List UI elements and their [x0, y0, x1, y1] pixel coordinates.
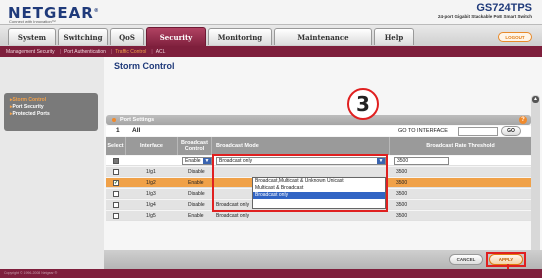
row-interface: 1/g4	[146, 202, 156, 208]
edit-threshold-input[interactable]: 3500	[394, 157, 449, 165]
tab-qos[interactable]: QoS	[110, 28, 144, 45]
subnav-traffic-control[interactable]: Traffic Control	[115, 49, 146, 55]
edit-row-select	[113, 156, 119, 166]
row-control: Enable	[188, 213, 204, 219]
port-settings-header: Port Settings ?	[106, 115, 531, 125]
model-name: GS724TPS	[476, 2, 532, 14]
sidebar-item-storm-control[interactable]: Storm Control	[10, 97, 92, 104]
row-interface: 1/g1	[146, 169, 156, 175]
row-interface: 1/g2	[146, 180, 156, 186]
sidebar-menu: Storm Control Port Security Protected Po…	[4, 93, 98, 131]
tab-monitoring[interactable]: Monitoring	[208, 28, 272, 45]
tab-switching[interactable]: Switching	[58, 28, 108, 45]
subnav-separator: |	[151, 48, 153, 55]
row-interface: 1/g3	[146, 191, 156, 197]
header-interface: Interface	[126, 137, 178, 155]
help-icon[interactable]: ?	[519, 116, 527, 124]
subnav-management-security[interactable]: Management Security	[6, 49, 55, 55]
subnav-port-authentication[interactable]: Port Authentication	[64, 49, 106, 55]
row-control: Enable	[188, 180, 204, 186]
row-control: Disable	[188, 169, 205, 175]
table-header: Select Interface Broadcast Control Broad…	[106, 137, 531, 155]
row-checkbox[interactable]	[113, 191, 119, 197]
main-tabs: System Switching QoS Security Monitoring…	[0, 24, 542, 47]
section-title: Port Settings	[111, 117, 155, 123]
header-broadcast-mode: Broadcast Mode	[212, 137, 390, 155]
goto-interface-input[interactable]	[458, 127, 498, 136]
subnav-separator: |	[110, 48, 113, 55]
annotation-apply-highlight	[486, 252, 526, 267]
row-checkbox[interactable]	[113, 202, 119, 208]
row-checkbox[interactable]: ✓	[113, 180, 119, 186]
vertical-scrollbar[interactable]: ▲ ▼	[531, 95, 540, 265]
subnav-acl[interactable]: ACL	[156, 49, 166, 55]
logout-button[interactable]: LOGOUT	[498, 32, 532, 42]
sidebar-item-protected-ports[interactable]: Protected Ports	[10, 111, 92, 118]
select-all-checkbox[interactable]	[113, 158, 119, 164]
action-bar: CANCEL APPLY	[104, 250, 542, 269]
model-description: 24-port Gigabit Stackable PoE Smart Swit…	[437, 14, 532, 19]
cancel-button[interactable]: CANCEL	[449, 254, 483, 265]
row-control: Disable	[188, 202, 205, 208]
chevron-down-icon: ▼	[203, 158, 211, 164]
tab-maintenance[interactable]: Maintenance	[274, 28, 372, 45]
row-mode: Broadcast only	[216, 213, 250, 219]
header-select: Select	[106, 137, 126, 155]
annotation-callout-number: 3	[347, 88, 379, 120]
row-threshold: 3500	[396, 213, 408, 219]
page-all-link[interactable]: All	[132, 127, 140, 134]
tab-security[interactable]: Security	[146, 27, 206, 47]
pagination-row: 1 All GO TO INTERFACE GO	[106, 126, 531, 136]
row-interface: 1/g5	[146, 213, 156, 219]
header-broadcast-rate-threshold: Broadcast Rate Threshold	[426, 143, 495, 149]
row-threshold: 3500	[396, 169, 408, 175]
table-row[interactable]: 1/g5 Enable Broadcast only 3500	[106, 211, 531, 221]
page-one-link[interactable]: 1	[116, 127, 120, 134]
goto-interface-label: GO TO INTERFACE	[398, 128, 448, 134]
page-title: Storm Control	[114, 61, 175, 71]
edit-control-value: Enable	[185, 158, 201, 164]
header-broadcast-control: Broadcast Control	[178, 137, 212, 155]
subnav-separator: |	[59, 48, 61, 55]
row-threshold: 3500	[396, 180, 408, 186]
scroll-up-icon[interactable]: ▲	[532, 96, 539, 103]
sidebar-item-port-security[interactable]: Port Security	[10, 104, 92, 111]
row-control: Disable	[188, 191, 205, 197]
tab-system[interactable]: System	[8, 28, 56, 45]
tab-help[interactable]: Help	[374, 28, 414, 45]
go-button[interactable]: GO	[501, 126, 521, 136]
header: NETGEAR® Connect with Innovation™ GS724T…	[0, 0, 542, 24]
edit-broadcast-control-select[interactable]: Enable ▼	[182, 157, 212, 165]
sidebar: Storm Control Port Security Protected Po…	[0, 57, 104, 269]
copyright-footer: Copyright © 1996-2008 Netgear ®	[0, 269, 542, 278]
row-checkbox[interactable]	[113, 169, 119, 175]
sub-navigation: Management Security | Port Authenticatio…	[0, 46, 542, 57]
row-threshold: 3500	[396, 202, 408, 208]
annotation-highlight-box	[212, 154, 388, 212]
row-checkbox[interactable]	[113, 213, 119, 219]
row-threshold: 3500	[396, 191, 408, 197]
